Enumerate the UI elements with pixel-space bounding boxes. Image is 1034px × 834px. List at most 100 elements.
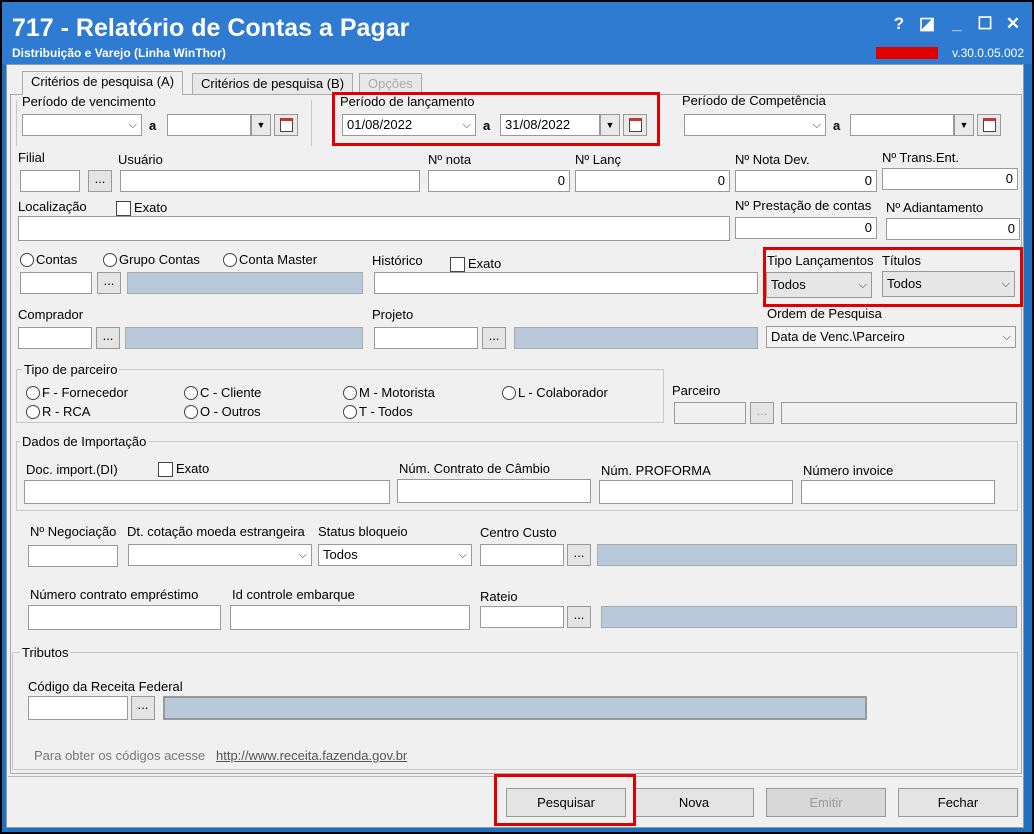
nota-dev-label: Nº Nota Dev. [735,152,810,167]
filial-search-button[interactable]: ... [88,170,112,192]
localizacao-label: Localização [18,199,87,214]
historico-label: Histórico [372,253,423,268]
controle-embarque-input[interactable] [230,605,470,630]
proforma-input[interactable] [599,480,793,504]
comprador-description-field [125,327,363,349]
nota-dev-input[interactable]: 0 [735,170,877,192]
rateio-input[interactable] [480,606,564,628]
parceiro-search-button[interactable]: ... [750,402,774,424]
localizacao-input[interactable] [18,216,730,241]
motorista-radio[interactable]: M - Motorista [343,386,435,400]
invoice-input[interactable] [801,480,995,504]
localizacao-exato-checkbox[interactable]: Exato [116,201,167,216]
projeto-label: Projeto [372,307,414,322]
filial-label: Filial [18,150,45,165]
competencia-end-combo[interactable] [850,114,954,136]
receita-link[interactable]: http://www.receita.fazenda.gov.br [216,748,407,763]
rateio-search-button[interactable]: ... [567,606,591,628]
status-bloqueio-select[interactable]: Todos ⌵ [318,544,472,566]
conta-master-radio[interactable]: Conta Master [223,253,317,267]
highlight-pesquisar [494,774,636,826]
projeto-input[interactable] [374,327,478,349]
historico-input[interactable] [374,272,758,294]
negociacao-label: Nº Negociação [30,524,117,539]
historico-exato-checkbox[interactable]: Exato [450,257,501,272]
vencimento-dropdown-button[interactable]: ▼ [251,114,271,136]
contrato-cambio-label: Núm. Contrato de Câmbio [399,461,551,476]
todos-radio[interactable]: T - Todos [343,405,413,419]
doc-import-input[interactable] [24,480,390,504]
prestacao-input[interactable]: 0 [735,217,877,239]
doc-import-exato-checkbox[interactable]: Exato [158,462,209,477]
outros-radio[interactable]: O - Outros [184,405,261,419]
projeto-search-button[interactable]: ... [482,327,506,349]
codigo-receita-label: Código da Receita Federal [28,679,183,694]
proforma-label: Núm. PROFORMA [601,463,711,478]
emitir-button[interactable]: Emitir [766,788,886,817]
obter-codigos-label: Para obter os códigos acesse [34,748,206,763]
calendar-icon[interactable] [274,114,298,136]
nota-input[interactable]: 0 [428,170,570,192]
close-icon[interactable]: ✕ [1002,14,1024,34]
vencimento-start-combo[interactable]: ⌵ [22,114,142,136]
comprador-input[interactable] [18,327,92,349]
adiantamento-input[interactable]: 0 [886,218,1020,240]
tab-criterios-b[interactable]: Critérios de pesquisa (B) [192,73,354,95]
lanc-input[interactable]: 0 [575,170,730,192]
filial-input[interactable] [20,170,80,192]
chevron-down-icon: ⌵ [128,119,137,131]
fechar-button[interactable]: Fechar [898,788,1018,817]
codigo-receita-description-field [163,696,867,720]
vencimento-a-label: a [149,118,157,133]
codigo-receita-search-button[interactable]: ... [131,696,155,720]
competencia-a-label: a [833,118,841,133]
cotacao-combo[interactable]: ⌵ [128,544,312,566]
cliente-radio[interactable]: C - Cliente [184,386,261,400]
invoice-label: Número invoice [803,463,894,478]
help-icon[interactable]: ? [888,14,910,34]
colaborador-radio[interactable]: L - Colaborador [502,386,608,400]
parceiro-label: Parceiro [672,383,721,398]
vencimento-label: Período de vencimento [22,94,156,109]
contrato-cambio-input[interactable] [397,479,591,503]
chevron-down-icon: ⌵ [812,119,821,131]
conta-search-button[interactable]: ... [97,272,121,294]
competencia-start-combo[interactable]: ⌵ [684,114,826,136]
controle-embarque-label: Id controle embarque [232,587,355,602]
adiantamento-label: Nº Adiantamento [886,200,984,215]
competencia-dropdown-button[interactable]: ▼ [954,114,974,136]
grupo-contas-radio[interactable]: Grupo Contas [103,253,200,267]
centro-custo-label: Centro Custo [480,525,557,540]
usuario-label: Usuário [118,152,163,167]
centro-custo-input[interactable] [480,544,564,566]
parceiro-code-input[interactable] [674,402,746,424]
restore-icon[interactable]: ◪ [916,14,938,34]
nova-button[interactable]: Nova [634,788,754,817]
status-bloqueio-value: Todos [323,547,358,562]
minimize-icon[interactable]: _ [946,14,968,34]
comprador-search-button[interactable]: ... [96,327,120,349]
contas-radio[interactable]: Contas [20,253,77,267]
calendar-icon[interactable] [977,114,1001,136]
chevron-down-icon: ⌵ [458,549,467,561]
conta-code-input[interactable] [20,272,92,294]
centro-custo-search-button[interactable]: ... [567,544,591,566]
codigo-receita-input[interactable] [28,696,128,720]
conta-description-field [127,272,363,294]
projeto-description-field [514,327,758,349]
negociacao-input[interactable] [28,545,118,567]
fornecedor-radio[interactable]: F - Fornecedor [26,386,128,400]
version-label: v.30.0.05.002 [952,46,1024,60]
doc-import-label: Doc. import.(DI) [26,462,118,477]
ordem-select[interactable]: Data de Venc.\Parceiro ⌵ [766,326,1016,348]
rca-radio[interactable]: R - RCA [26,405,90,419]
chevron-down-icon: ⌵ [298,549,307,561]
tab-criterios-a[interactable]: Critérios de pesquisa (A) [22,71,184,95]
rateio-description-field [601,606,1017,628]
trans-ent-input[interactable]: 0 [882,168,1018,190]
vencimento-end-combo[interactable] [167,114,251,136]
usuario-input[interactable] [120,170,420,192]
contrato-emprestimo-input[interactable] [28,605,221,630]
competencia-label: Período de Competência [682,93,826,108]
maximize-icon[interactable]: ☐ [974,14,996,34]
